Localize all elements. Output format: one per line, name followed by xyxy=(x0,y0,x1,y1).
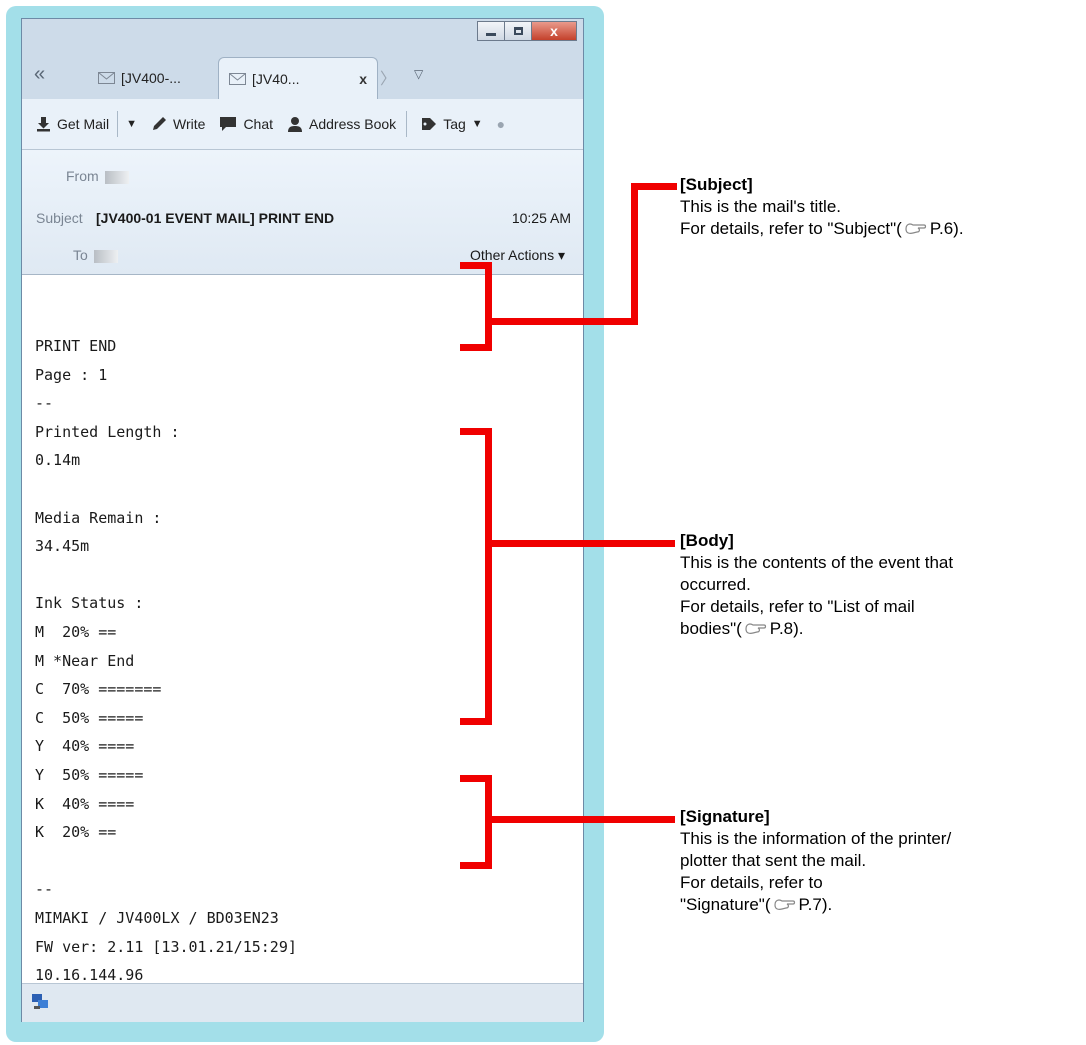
chat-button[interactable]: Chat xyxy=(219,116,273,132)
download-icon xyxy=(36,116,51,132)
annotation-text: This is the mail's title. xyxy=(680,197,842,216)
annotation-title: [Signature] xyxy=(680,807,770,826)
annotation-text: plotter that sent the mail. xyxy=(680,851,867,870)
subject-label: Subject xyxy=(36,210,83,226)
annotation-title: [Body] xyxy=(680,531,734,550)
divider xyxy=(117,111,119,137)
body-line: FW ver: 2.11 [13.01.21/15:29] xyxy=(35,937,297,956)
body-line: Printed Length : xyxy=(35,422,180,441)
body-line: Y 50% ===== xyxy=(35,766,144,784)
write-label: Write xyxy=(173,116,206,132)
body-line: MIMAKI / JV400LX / BD03EN23 xyxy=(35,909,279,927)
write-button[interactable]: Write xyxy=(151,116,205,132)
subject-annotation: [Subject] This is the mail's title. For … xyxy=(680,174,964,240)
toolbar: Get Mail ▼ Write Chat Address Book Tag ▼… xyxy=(22,99,583,150)
to-recipient-redacted xyxy=(93,249,118,263)
annotation-title: [Subject] xyxy=(680,175,753,194)
minimize-icon xyxy=(486,32,496,36)
tab-mail-2[interactable]: [JV40... x xyxy=(218,57,378,99)
reference-hand-icon xyxy=(905,223,926,234)
tab-strip: « [JV400-... [JV40... x 〉 ▽ xyxy=(22,51,583,99)
tab-label: [JV400-... xyxy=(121,70,181,86)
body-line: Media Remain : xyxy=(35,508,162,527)
body-line: K 20% == xyxy=(35,823,117,842)
tag-icon xyxy=(421,117,437,131)
annotation-text: occurred. xyxy=(680,575,751,594)
divider xyxy=(406,111,408,137)
subject-text: [JV400-01 EVENT MAIL] PRINT END xyxy=(96,210,335,226)
overflow-icon[interactable]: ● xyxy=(497,116,505,132)
from-label: From xyxy=(66,168,99,184)
body-line: Ink Status : xyxy=(35,594,144,613)
tab-label: [JV40... xyxy=(252,70,300,87)
tag-button[interactable]: Tag ▼ xyxy=(421,116,483,132)
chevron-left-icon[interactable]: « xyxy=(34,63,45,86)
address-book-label: Address Book xyxy=(309,116,397,132)
tab-list-dropdown-icon[interactable]: ▽ xyxy=(414,67,423,81)
body-line: K 40% ==== xyxy=(35,794,135,813)
person-icon xyxy=(287,116,303,132)
body-line: PRINT END xyxy=(35,337,117,355)
annotation-reference: bodies"(P.8). xyxy=(680,619,804,638)
tag-dropdown-icon: ▼ xyxy=(471,118,483,130)
annotation-text: For details, refer to xyxy=(680,873,823,892)
online-status-icon[interactable] xyxy=(32,994,48,1010)
reference-hand-icon xyxy=(745,623,766,634)
tag-label: Tag xyxy=(443,116,466,132)
body-line: -- xyxy=(35,880,54,899)
chat-bubble-icon xyxy=(219,116,237,132)
body-line: Page : 1 xyxy=(35,365,108,384)
body-annotation: [Body] This is the contents of the event… xyxy=(680,530,953,640)
get-mail-label: Get Mail xyxy=(57,116,110,132)
to-row: To xyxy=(73,247,118,263)
maximize-button[interactable] xyxy=(504,21,532,41)
envelope-icon xyxy=(98,72,115,84)
body-line: 0.14m xyxy=(35,451,81,470)
annotation-text: For details, refer to "List of mail xyxy=(680,597,915,616)
mail-window: x « [JV400-... [JV40... x 〉 ▽ Get Mail ▼ xyxy=(21,18,584,1022)
minimize-button[interactable] xyxy=(477,21,505,41)
reference-hand-icon xyxy=(773,899,795,910)
chevron-right-icon[interactable]: 〉 xyxy=(380,65,396,89)
tab-mail-1[interactable]: [JV400-... xyxy=(88,57,214,99)
envelope-icon xyxy=(229,72,246,85)
from-row: From xyxy=(66,168,129,184)
signature-annotation: [Signature] This is the information of t… xyxy=(680,806,951,916)
pencil-icon xyxy=(151,116,167,132)
from-sender-redacted xyxy=(104,170,129,184)
to-label: To xyxy=(73,247,88,263)
address-book-button[interactable]: Address Book xyxy=(287,116,396,132)
close-tab-icon[interactable]: x xyxy=(359,71,367,87)
message-body: PRINT END Page : 1 -- Printed Length : 0.14m… xyxy=(22,275,583,1013)
caption-buttons: x xyxy=(477,21,577,41)
body-line: 34.45m xyxy=(35,537,90,556)
message-header: From Subject [JV400-01 EVENT MAIL] PRINT… xyxy=(22,150,583,275)
body-line: M 20% == xyxy=(35,623,117,641)
message-time: 10:25 AM xyxy=(511,210,571,226)
body-line: -- xyxy=(35,394,54,413)
status-bar xyxy=(22,983,583,1022)
close-window-button[interactable]: x xyxy=(531,21,577,41)
annotation-reference: For details, refer to "Subject"(P.6). xyxy=(680,219,964,238)
annotation-text: This is the information of the printer/ xyxy=(680,829,952,848)
annotation-text: This is the contents of the event that xyxy=(680,553,954,572)
chat-label: Chat xyxy=(243,116,274,132)
get-mail-button[interactable]: Get Mail xyxy=(36,116,109,132)
body-line: M *Near End xyxy=(35,651,135,670)
body-line: C 50% ===== xyxy=(35,708,144,727)
body-line: Y 40% ==== xyxy=(35,737,135,756)
maximize-icon xyxy=(513,27,523,35)
annotation-reference: "Signature"(P.7). xyxy=(680,895,833,914)
get-mail-dropdown-icon[interactable]: ▼ xyxy=(126,118,137,130)
body-line: C 70% ======= xyxy=(35,680,162,699)
